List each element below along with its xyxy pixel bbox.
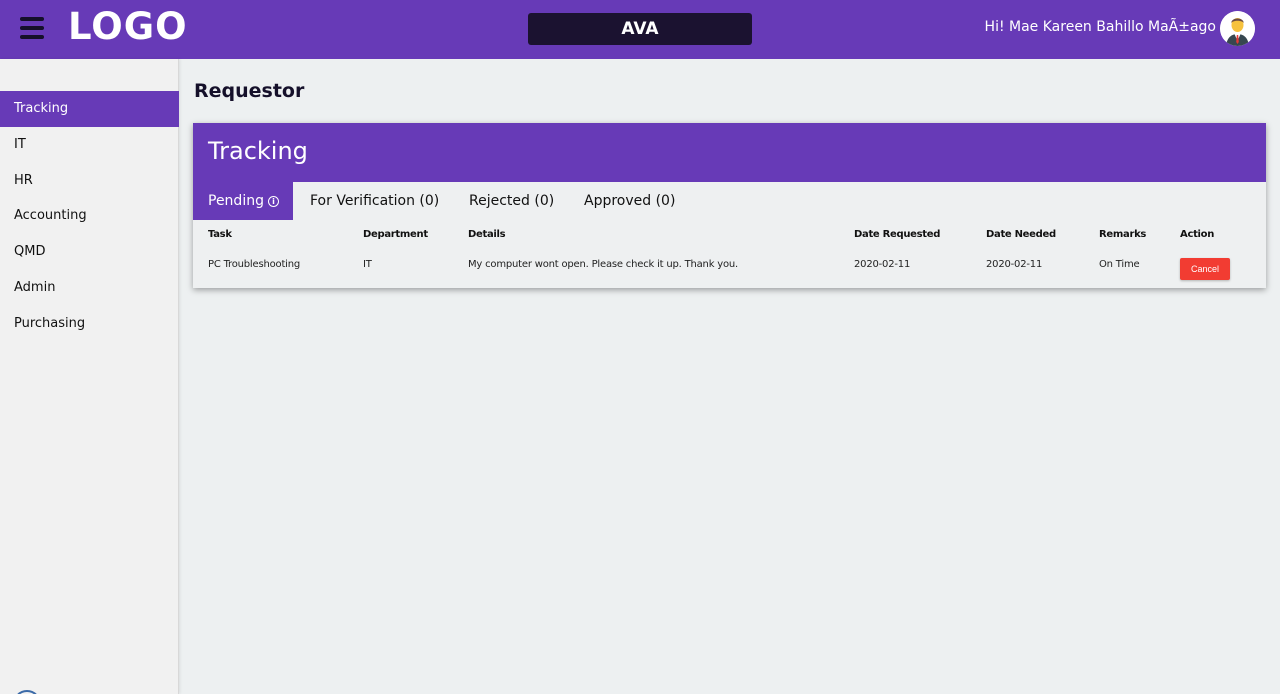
card-header: Tracking — [193, 123, 1266, 182]
cell-department: IT — [363, 259, 372, 270]
logo[interactable]: LOGO — [68, 5, 188, 48]
column-header-remarks: Remarks — [1099, 229, 1147, 240]
column-header-task: Task — [208, 229, 232, 240]
column-header-date-needed: Date Needed — [986, 229, 1056, 240]
cell-task: PC Troubleshooting — [208, 259, 301, 270]
tab-pending[interactable]: Pending i — [193, 182, 293, 220]
cell-date-needed: 2020-02-11 — [986, 259, 1043, 270]
card-title: Tracking — [208, 137, 308, 165]
cell-date-requested: 2020-02-11 — [854, 259, 911, 270]
cell-remarks: On Time — [1099, 259, 1140, 270]
column-header-date-requested: Date Requested — [854, 229, 941, 240]
tab-for-verification[interactable]: For Verification (0) — [310, 182, 439, 220]
column-header-department: Department — [363, 229, 428, 240]
cancel-button[interactable]: Cancel — [1180, 258, 1230, 280]
user-avatar-icon[interactable] — [1220, 11, 1255, 46]
sidebar-item-admin[interactable]: Admin — [0, 270, 179, 306]
tab-rejected[interactable]: Rejected (0) — [469, 182, 554, 220]
tab-pending-label: Pending — [208, 193, 264, 209]
user-greeting: Hi! Mae Kareen Bahillo MaÃ±ago — [984, 19, 1216, 35]
hamburger-menu-icon[interactable] — [20, 17, 44, 39]
sidebar-item-hr[interactable]: HR — [0, 163, 179, 199]
sidebar-item-qmd[interactable]: QMD — [0, 234, 179, 270]
top-bar: LOGO AVA Hi! Mae Kareen Bahillo MaÃ±ago — [0, 0, 1280, 59]
tab-approved[interactable]: Approved (0) — [584, 182, 675, 220]
sidebar-footer-icon[interactable] — [13, 690, 41, 694]
sidebar-item-tracking[interactable]: Tracking — [0, 91, 179, 127]
page-title: Requestor — [194, 80, 305, 102]
app-name-badge: AVA — [528, 13, 752, 45]
cell-details: My computer wont open. Please check it u… — [468, 259, 739, 270]
column-header-details: Details — [468, 229, 506, 240]
sidebar-item-it[interactable]: IT — [0, 127, 179, 163]
sidebar-item-purchasing[interactable]: Purchasing — [0, 306, 179, 342]
tracking-card: Tracking Pending i For Verification (0) R… — [193, 123, 1266, 288]
sidebar-item-accounting[interactable]: Accounting — [0, 198, 179, 234]
sidebar: Tracking IT HR Accounting QMD Admin Purc… — [0, 59, 179, 694]
column-header-action: Action — [1180, 229, 1215, 240]
info-icon: i — [267, 196, 279, 207]
